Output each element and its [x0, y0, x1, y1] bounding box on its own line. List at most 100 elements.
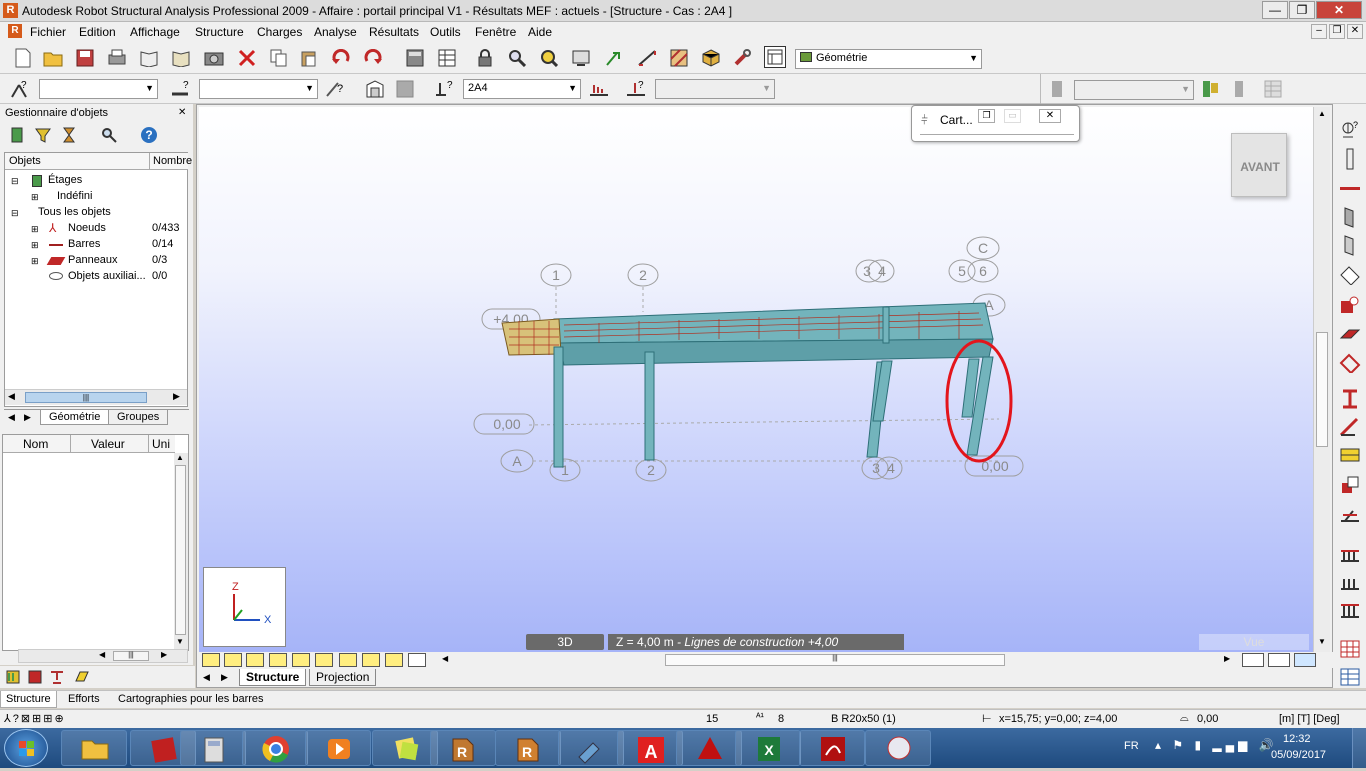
taskbar-calculator[interactable] — [180, 730, 246, 766]
tool-material-icon[interactable] — [1336, 444, 1364, 466]
view-mode-button[interactable]: 3D — [526, 634, 604, 650]
taskbar-excel[interactable]: X — [735, 730, 801, 766]
save-icon[interactable] — [74, 47, 96, 69]
result-tab-efforts[interactable]: Efforts — [62, 691, 106, 707]
tool-panel-icon[interactable] — [1336, 324, 1364, 346]
view-tool-5-icon[interactable] — [292, 653, 310, 667]
start-button[interactable] — [4, 729, 48, 767]
previous-case-icon[interactable] — [588, 78, 610, 100]
scroll-thumb[interactable]: ||| — [25, 392, 147, 403]
menu-fenetre[interactable]: Fenêtre — [475, 25, 516, 39]
section-icon[interactable] — [364, 78, 386, 100]
status-units[interactable]: [m] [T] [Deg] — [1279, 713, 1340, 725]
measure-icon[interactable] — [636, 47, 658, 69]
tool-surface-load-icon[interactable] — [1336, 600, 1364, 622]
select-icon[interactable] — [604, 47, 626, 69]
view-tool-6-icon[interactable] — [315, 653, 333, 667]
tray-date[interactable]: 05/09/2017 — [1271, 749, 1326, 761]
tree-expander[interactable]: ⊟ — [11, 208, 19, 219]
taskbar-robot-1[interactable]: R — [430, 730, 496, 766]
view-tool-3-icon[interactable] — [246, 653, 264, 667]
maximize-button[interactable]: ❐ — [1289, 1, 1315, 19]
menu-fichier[interactable]: Fichier — [30, 25, 66, 39]
view-tool-8-icon[interactable] — [362, 653, 380, 667]
taskbar-explorer[interactable] — [61, 730, 127, 766]
scroll-left-icon[interactable]: ◀ — [99, 650, 105, 659]
tool-wall-icon[interactable] — [1336, 234, 1364, 256]
tab-projection[interactable]: Projection — [309, 669, 377, 686]
table-icon[interactable] — [436, 47, 458, 69]
tool-load-icon[interactable] — [1336, 416, 1364, 438]
filter-icon[interactable] — [32, 124, 54, 146]
redo-icon[interactable] — [362, 47, 384, 69]
tab-geometrie[interactable]: Géométrie — [40, 410, 110, 425]
scroll-down-icon[interactable]: ▼ — [1318, 637, 1326, 646]
open-file-icon[interactable] — [42, 47, 64, 69]
paste-icon[interactable] — [298, 47, 320, 69]
result-tab-structure[interactable]: Structure — [0, 691, 57, 708]
taskbar-app-8[interactable] — [558, 730, 624, 766]
close-icon[interactable]: ✕ — [1039, 109, 1061, 123]
layout-selector[interactable]: Géométrie ▼ — [795, 49, 982, 69]
result-tab-cartographies[interactable]: Cartographies pour les barres — [112, 691, 270, 707]
tool-offset-icon[interactable] — [1336, 504, 1364, 526]
tree-item-barres[interactable]: Barres — [68, 238, 100, 250]
panel-tool-icon[interactable] — [70, 666, 92, 688]
status-tool-icons[interactable]: ⅄?⊠⊞⊞⊕ — [4, 712, 66, 725]
tree-expander[interactable]: ⊞ — [31, 224, 39, 235]
support-tool-icon[interactable] — [46, 666, 68, 688]
tray-language[interactable]: FR — [1124, 740, 1139, 752]
view-tool-1-icon[interactable] — [202, 653, 220, 667]
scroll-down-icon[interactable]: ▼ — [176, 637, 184, 646]
tool-opening-icon[interactable] — [1336, 294, 1364, 316]
inspector-tool-icon[interactable] — [2, 666, 24, 688]
map-window[interactable]: ⫩ Cart... ❐ ▭ ✕ — [911, 105, 1080, 142]
tray-time[interactable]: 12:32 — [1283, 733, 1311, 745]
next-case-icon[interactable]: ? — [625, 78, 647, 100]
tool-contour-icon[interactable] — [1336, 352, 1364, 374]
tool-release-icon[interactable] — [1336, 474, 1364, 496]
menu-affichage[interactable]: Affichage — [130, 25, 180, 39]
scroll-left-icon[interactable]: ◀ — [8, 391, 15, 402]
delete-icon[interactable] — [236, 47, 258, 69]
help-icon[interactable]: ? — [138, 124, 160, 146]
load-case-selector[interactable]: 2A4 ▼ — [463, 79, 581, 99]
section-cut-icon[interactable] — [1242, 653, 1264, 667]
menu-aide[interactable]: Aide — [528, 25, 552, 39]
scroll-thumb[interactable] — [175, 465, 186, 635]
tab-nav-left-icon[interactable]: ◀ — [203, 672, 210, 683]
tools-icon[interactable] — [732, 47, 754, 69]
taskbar-autocad[interactable]: A — [617, 730, 683, 766]
menu-resultats[interactable]: Résultats — [369, 25, 419, 39]
tool-supports-icon[interactable]: ? — [1336, 119, 1364, 141]
bar-select-icon[interactable]: ? — [170, 78, 192, 100]
scroll-thumb[interactable]: ||| — [113, 651, 149, 661]
menu-structure[interactable]: Structure — [195, 25, 244, 39]
storeys-icon[interactable] — [6, 124, 28, 146]
tab-nav-right-icon[interactable]: ▶ — [24, 412, 31, 423]
tool-node-load-icon[interactable] — [1336, 544, 1364, 566]
screen-capture-icon[interactable] — [203, 47, 225, 69]
portal-structure[interactable] — [501, 302, 994, 468]
tree-item-indefini[interactable]: Indéfini — [57, 190, 92, 202]
node-selection-field[interactable]: ▼ — [39, 79, 158, 99]
tool-bar-icon[interactable] — [1336, 206, 1364, 228]
copy-icon[interactable] — [268, 47, 290, 69]
doc-icon[interactable]: R — [8, 24, 22, 38]
scale-icon[interactable] — [1268, 653, 1290, 667]
taskbar-autocad-2[interactable] — [676, 730, 742, 766]
tray-icons[interactable]: ▴ ⚑ ▮ ▂▄▆ 🔊 — [1155, 738, 1278, 752]
section-tool-icon[interactable] — [24, 666, 46, 688]
tab-groupes[interactable]: Groupes — [108, 410, 169, 425]
book-icon[interactable] — [170, 47, 192, 69]
tree-item-tous-les-objets[interactable]: Tous les objets — [38, 206, 111, 218]
tree-item-panneaux[interactable]: Panneaux — [68, 254, 118, 266]
tree-item-etages[interactable]: Étages — [48, 174, 82, 186]
props-horizontal-scrollbar[interactable]: ◀ ||| ▶ — [18, 649, 188, 663]
view-tool-4-icon[interactable] — [269, 653, 287, 667]
close-button[interactable]: ✕ — [1316, 1, 1362, 19]
scroll-up-icon[interactable]: ▲ — [1318, 109, 1326, 118]
props-vertical-scrollbar[interactable]: ▲ ▼ — [174, 453, 188, 650]
layout-icon[interactable] — [764, 46, 786, 68]
horizontal-scroll-thumb[interactable]: ||| — [665, 654, 1005, 666]
